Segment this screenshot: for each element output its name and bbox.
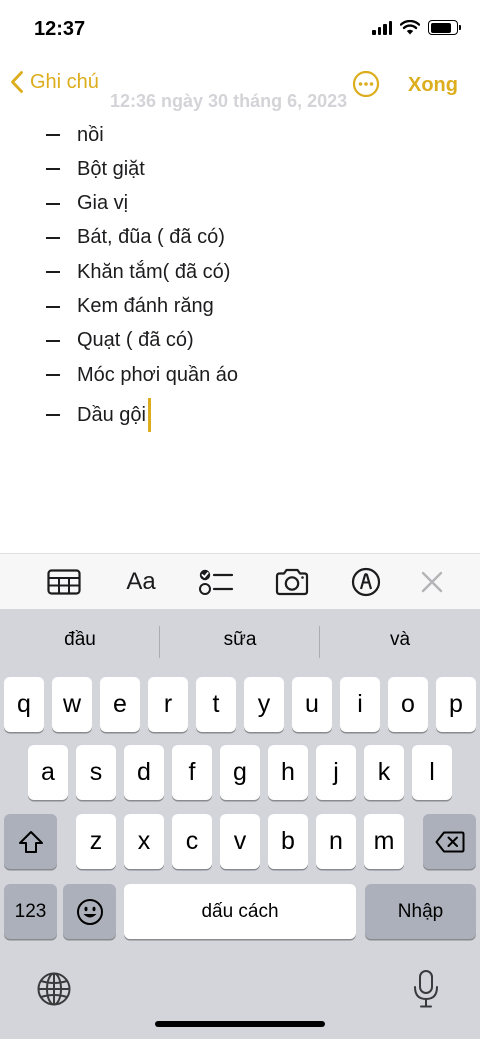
list-item-text: Khăn tắm( đã có) xyxy=(77,260,231,283)
format-toolbar: Aa xyxy=(0,553,480,609)
key-s[interactable]: s xyxy=(76,745,116,800)
key-u[interactable]: u xyxy=(292,677,332,732)
key-o[interactable]: o xyxy=(388,677,428,732)
key-d[interactable]: d xyxy=(124,745,164,800)
suggestion-bar: đầu sữa và xyxy=(0,609,480,671)
table-button[interactable] xyxy=(44,554,84,610)
keyboard: đầu sữa và q w e r t y u i o p a s d f g… xyxy=(0,609,480,1039)
suggestion-2[interactable]: sữa xyxy=(160,609,320,671)
delete-key[interactable] xyxy=(423,814,476,869)
emoji-icon xyxy=(76,898,103,925)
list-item-text: Móc phơi quần áo xyxy=(77,363,238,386)
list-dash xyxy=(46,305,60,308)
home-indicator xyxy=(155,1021,325,1027)
key-p[interactable]: p xyxy=(436,677,476,732)
key-l[interactable]: l xyxy=(412,745,452,800)
markup-button[interactable] xyxy=(346,554,386,610)
table-icon xyxy=(47,569,81,595)
key-q[interactable]: q xyxy=(4,677,44,732)
list-item-text: nồi xyxy=(77,123,104,146)
return-key[interactable]: Nhập xyxy=(365,884,476,939)
list-dash xyxy=(46,202,60,205)
key-y[interactable]: y xyxy=(244,677,284,732)
text-format-button[interactable]: Aa xyxy=(118,554,164,610)
note-date-header: 12:36 ngày 30 tháng 6, 2023 xyxy=(110,91,348,111)
status-icons xyxy=(372,20,461,35)
camera-icon xyxy=(275,568,309,596)
list-item-text: Dầu gội xyxy=(77,403,146,426)
key-k[interactable]: k xyxy=(364,745,404,800)
key-c[interactable]: c xyxy=(172,814,212,869)
key-n[interactable]: n xyxy=(316,814,356,869)
key-r[interactable]: r xyxy=(148,677,188,732)
status-bar: 12:37 xyxy=(0,0,480,60)
list-dash xyxy=(46,168,60,171)
list-item[interactable]: Khăn tắm( đã có) xyxy=(46,255,230,289)
back-button[interactable]: Ghi chú xyxy=(10,70,99,94)
backspace-icon xyxy=(435,831,464,852)
key-f[interactable]: f xyxy=(172,745,212,800)
list-dash xyxy=(46,339,60,342)
numbers-key[interactable]: 123 xyxy=(4,884,57,939)
shift-key[interactable] xyxy=(4,814,57,869)
list-item-text: Quạt ( đã có) xyxy=(77,329,194,352)
key-e[interactable]: e xyxy=(100,677,140,732)
shift-icon xyxy=(18,830,43,853)
close-icon xyxy=(421,571,443,593)
list-item[interactable]: Bột giặt xyxy=(46,152,145,186)
globe-icon[interactable] xyxy=(36,971,72,1007)
list-item[interactable]: Quạt ( đã có) xyxy=(46,324,194,358)
navigation-bar: 12:36 ngày 30 tháng 6, 2023 Ghi chú Xong xyxy=(0,60,480,111)
key-z[interactable]: z xyxy=(76,814,116,869)
camera-button[interactable] xyxy=(272,554,312,610)
checklist-button[interactable] xyxy=(196,554,236,610)
microphone-icon[interactable] xyxy=(412,969,440,1009)
list-item[interactable]: Bát, đũa ( đã có) xyxy=(46,221,225,255)
key-x[interactable]: x xyxy=(124,814,164,869)
key-t[interactable]: t xyxy=(196,677,236,732)
key-w[interactable]: w xyxy=(52,677,92,732)
list-item[interactable]: Kem đánh răng xyxy=(46,290,214,324)
cellular-signal-icon xyxy=(372,20,392,35)
markup-pen-icon xyxy=(351,567,381,597)
list-item-text: Gia vị xyxy=(77,192,129,215)
list-item-text: Kem đánh răng xyxy=(77,295,214,317)
list-item-text: Bột giặt xyxy=(77,157,145,180)
key-j[interactable]: j xyxy=(316,745,356,800)
list-dash xyxy=(46,374,60,377)
list-item-text: Bát, đũa ( đã có) xyxy=(77,226,225,249)
space-key[interactable]: dấu cách xyxy=(124,884,356,939)
done-button[interactable]: Xong xyxy=(408,74,458,97)
list-item[interactable]: nồi xyxy=(46,118,104,152)
suggestion-3[interactable]: và xyxy=(320,609,480,671)
list-dash xyxy=(46,134,60,136)
status-time: 12:37 xyxy=(34,18,86,40)
key-v[interactable]: v xyxy=(220,814,260,869)
key-m[interactable]: m xyxy=(364,814,404,869)
ellipsis-circle-icon[interactable] xyxy=(352,70,380,98)
battery-icon xyxy=(428,20,461,35)
list-item[interactable]: Dầu gội xyxy=(46,398,151,432)
list-dash xyxy=(46,414,60,416)
text-cursor xyxy=(147,398,151,432)
list-dash xyxy=(46,271,60,274)
key-a[interactable]: a xyxy=(28,745,68,800)
close-toolbar-button[interactable] xyxy=(414,554,450,610)
back-button-label: Ghi chú xyxy=(30,70,99,93)
key-i[interactable]: i xyxy=(340,677,380,732)
emoji-key[interactable] xyxy=(63,884,116,939)
key-g[interactable]: g xyxy=(220,745,260,800)
key-h[interactable]: h xyxy=(268,745,308,800)
chevron-left-icon xyxy=(11,71,23,93)
checklist-icon xyxy=(199,569,234,595)
suggestion-1[interactable]: đầu xyxy=(0,609,160,671)
list-item[interactable]: Gia vị xyxy=(46,187,128,221)
text-format-label: Aa xyxy=(126,568,156,595)
key-b[interactable]: b xyxy=(268,814,308,869)
wifi-icon xyxy=(400,20,420,35)
list-item[interactable]: Móc phơi quần áo xyxy=(46,358,238,392)
list-dash xyxy=(46,236,60,239)
